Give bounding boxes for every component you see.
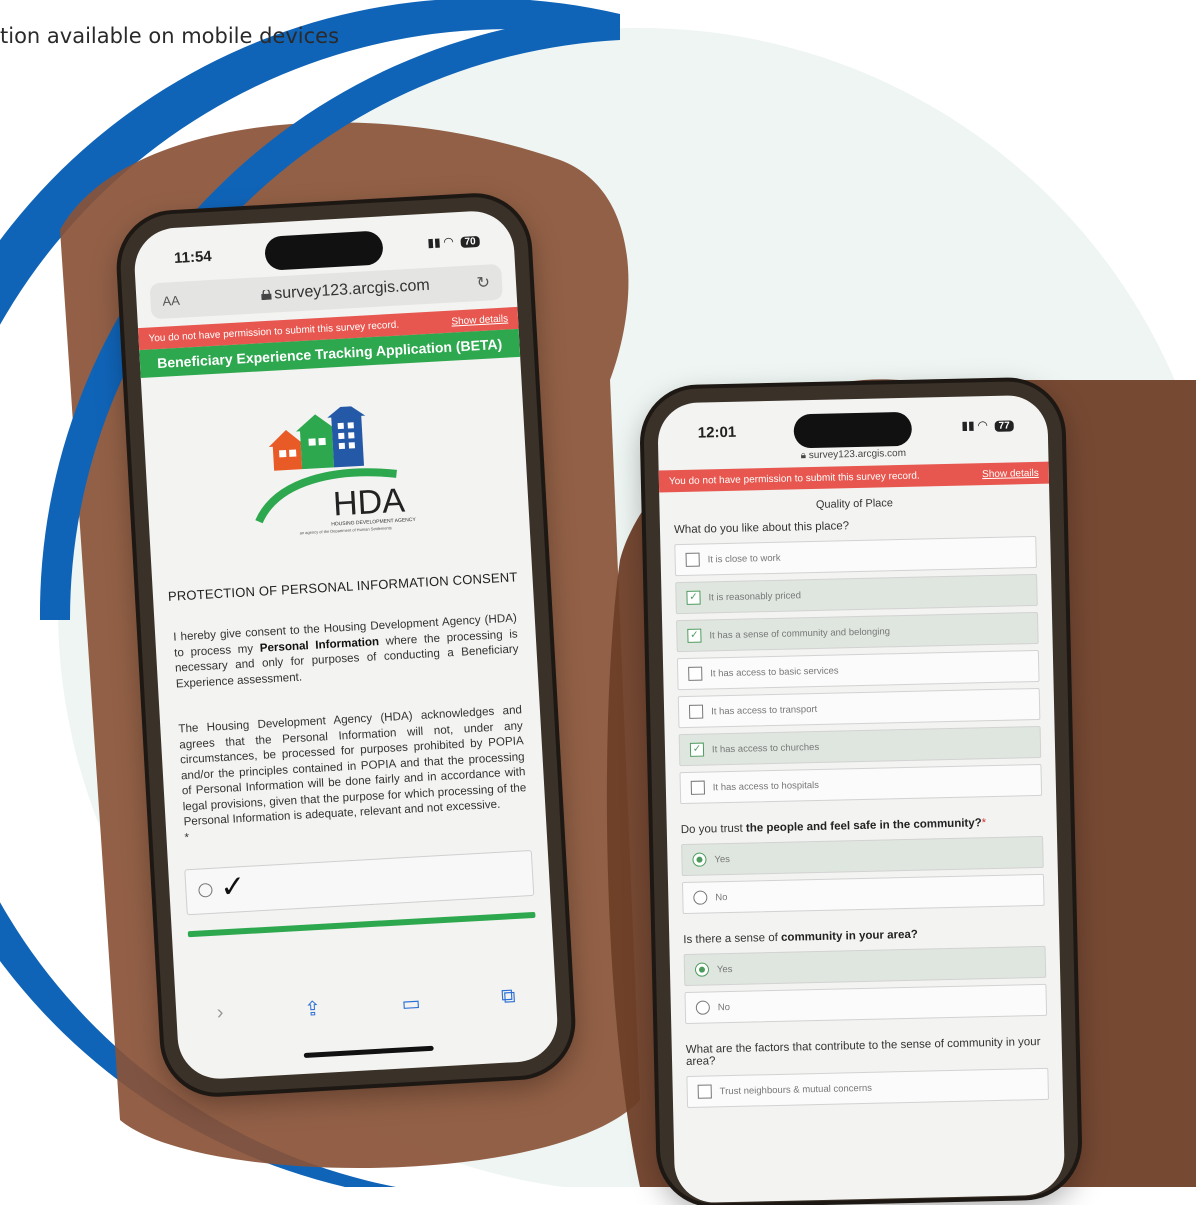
option-label: No bbox=[717, 1001, 731, 1013]
radio-option-no[interactable]: No bbox=[684, 983, 1048, 1025]
status-bar: 12:01 ▮▮ ◠ 77 bbox=[657, 395, 1048, 458]
checkbox-option[interactable]: It has access to basic services bbox=[676, 649, 1040, 691]
lock-icon bbox=[261, 289, 272, 301]
checkbox-option[interactable]: ✓ It has a sense of community and belongi… bbox=[676, 611, 1039, 653]
option-label: It is close to work bbox=[707, 552, 781, 565]
hda-logo: HDA HOUSING DEVELOPMENT AGENCY an agency… bbox=[255, 402, 417, 535]
option-label: It has access to basic services bbox=[710, 664, 839, 679]
checkbox-icon[interactable] bbox=[685, 552, 700, 567]
checkbox-option[interactable]: Trust neighbours & mutual concerns bbox=[686, 1067, 1050, 1109]
battery-icon: 77 bbox=[994, 420, 1014, 432]
checkbox-option[interactable]: ✓ It has access to churches bbox=[678, 725, 1042, 767]
question-factors: What are the factors that contribute to … bbox=[685, 1035, 1041, 1069]
bookmarks-icon[interactable]: ▭ bbox=[401, 990, 421, 1016]
option-label: No bbox=[715, 891, 728, 903]
logo-sub2: an agency of the Department of Human Set… bbox=[300, 525, 392, 535]
likes-options: It is close to work ✓ It is reasonably pr… bbox=[660, 535, 1056, 805]
checkbox-checked-icon[interactable]: ✓ bbox=[689, 742, 705, 757]
checkbox-icon[interactable] bbox=[690, 780, 706, 795]
option-label: Trust neighbours & mutual concerns bbox=[719, 1082, 873, 1097]
clock: 11:54 bbox=[173, 247, 213, 267]
required-mark: * bbox=[981, 817, 987, 830]
checkbox-option[interactable]: It has access to hospitals bbox=[679, 763, 1043, 805]
radio-selected-icon[interactable] bbox=[692, 852, 707, 867]
signal-icon: ▮▮ bbox=[961, 418, 975, 433]
radio-icon[interactable] bbox=[693, 890, 708, 905]
caption-text: tion available on mobile devices bbox=[0, 24, 340, 48]
dynamic-island bbox=[264, 230, 384, 271]
checkbox-icon[interactable] bbox=[697, 1084, 712, 1099]
section-title: Quality of Place bbox=[815, 497, 894, 511]
wifi-icon: ◠ bbox=[443, 234, 454, 249]
wifi-icon: ◠ bbox=[977, 418, 988, 433]
option-label: It has a sense of community and belongin… bbox=[709, 625, 891, 641]
option-label: It has access to transport bbox=[710, 703, 818, 717]
phone-consent: 11:54 ▮▮ ◠ 70 AA survey123.arcgis.com ↻ … bbox=[117, 194, 575, 1096]
phone-screen: 11:54 ▮▮ ◠ 70 AA survey123.arcgis.com ↻ … bbox=[132, 209, 560, 1081]
home-indicator bbox=[303, 1045, 434, 1058]
signal-icon: ▮▮ bbox=[427, 235, 442, 250]
para2: The Housing Development Agency (HDA) ack… bbox=[178, 703, 527, 829]
option-label: Yes bbox=[716, 963, 733, 975]
consent-choice[interactable]: ✓ bbox=[184, 850, 535, 916]
checkbox-icon[interactable] bbox=[688, 704, 704, 719]
consent-title: PROTECTION OF PERSONAL INFORMATION CONSE… bbox=[167, 569, 518, 604]
radio-option-yes[interactable]: Yes bbox=[681, 835, 1044, 877]
share-icon[interactable]: ⇪ bbox=[304, 996, 322, 1022]
consent-paragraph: I hereby give consent to the Housing Dev… bbox=[173, 610, 520, 691]
reader-button[interactable]: AA bbox=[162, 292, 180, 308]
phone-screen: 12:01 ▮▮ ◠ 77 🔒︎ survey123.arcgis.com Yo… bbox=[657, 394, 1066, 1204]
q2-text: Do you trust bbox=[680, 822, 747, 837]
show-details-link[interactable]: Show details bbox=[451, 313, 508, 327]
system-icons: ▮▮ ◠ 70 bbox=[427, 233, 480, 250]
question-community: Is there a sense of community in your ar… bbox=[683, 926, 1045, 946]
battery-icon: 70 bbox=[460, 235, 480, 248]
q2-bold: the people and feel safe in the communit… bbox=[745, 817, 982, 835]
url-text: survey123.arcgis.com bbox=[273, 276, 431, 303]
consent-radio[interactable] bbox=[198, 883, 213, 898]
tabs-icon[interactable]: ⧉ bbox=[501, 985, 517, 1011]
radio-selected-icon[interactable] bbox=[694, 962, 710, 977]
radio-option-yes[interactable]: Yes bbox=[683, 945, 1047, 987]
required-mark: * bbox=[184, 830, 190, 845]
warning-text: You do not have permission to submit thi… bbox=[668, 470, 920, 487]
safari-toolbar: › ⇪ ▭ ⧉ bbox=[176, 983, 557, 1029]
system-icons: ▮▮ ◠ 77 bbox=[961, 417, 1014, 433]
option-label: It has access to hospitals bbox=[712, 779, 820, 793]
permission-warning: You do not have permission to submit thi… bbox=[658, 461, 1050, 493]
option-label: Yes bbox=[714, 853, 731, 865]
q3-text: Is there a sense of bbox=[683, 931, 782, 947]
forward-icon[interactable]: › bbox=[216, 1001, 224, 1026]
radio-option-no[interactable]: No bbox=[681, 873, 1045, 915]
option-label: It has access to churches bbox=[711, 741, 820, 755]
checkbox-checked-icon[interactable]: ✓ bbox=[687, 628, 702, 643]
q3-bold: community in your area? bbox=[780, 928, 918, 944]
question-likes: What do you like about this place? bbox=[673, 520, 850, 537]
radio-icon[interactable] bbox=[695, 1000, 710, 1015]
clock: 12:01 bbox=[697, 423, 737, 442]
checkbox-option[interactable]: ✓ It is reasonably priced bbox=[675, 573, 1038, 615]
acknowledgement-paragraph: The Housing Development Agency (HDA) ack… bbox=[178, 702, 528, 845]
progress-bar bbox=[187, 912, 536, 938]
question-trust: Do you trust the people and feel safe in… bbox=[681, 816, 1043, 836]
check-mark-icon: ✓ bbox=[219, 870, 247, 905]
option-label: It is reasonably priced bbox=[708, 589, 802, 603]
dynamic-island bbox=[793, 411, 913, 449]
checkbox-option[interactable]: It is close to work bbox=[674, 535, 1037, 577]
show-details-link[interactable]: Show details bbox=[982, 467, 1039, 479]
reload-icon[interactable]: ↻ bbox=[476, 272, 491, 293]
checkbox-option[interactable]: It has access to transport bbox=[677, 687, 1041, 729]
phone-survey: 12:01 ▮▮ ◠ 77 🔒︎ survey123.arcgis.com Yo… bbox=[642, 380, 1080, 1205]
checkbox-icon[interactable] bbox=[688, 666, 703, 681]
checkbox-checked-icon[interactable]: ✓ bbox=[686, 590, 701, 605]
